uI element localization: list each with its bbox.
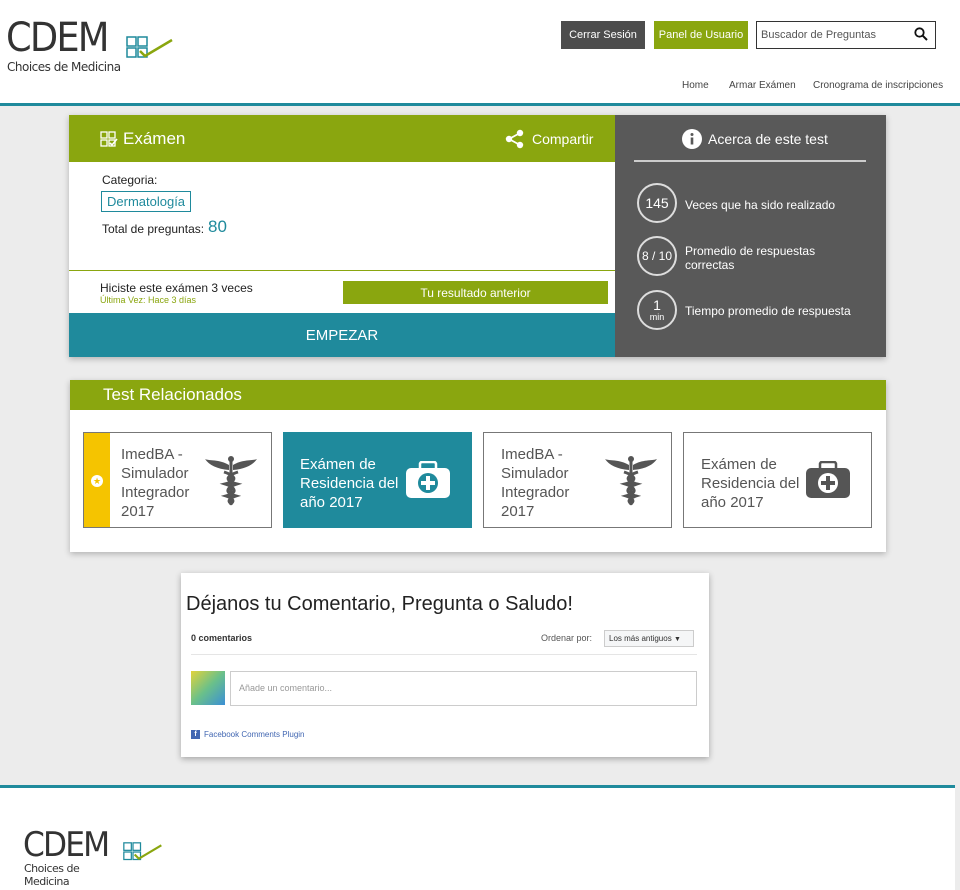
chevron-down-icon: ▼	[673, 636, 681, 643]
related-card-title: Exámen de Residencia del año 2017	[701, 456, 800, 511]
comments-title: Déjanos tu Comentario, Pregunta o Saludo…	[186, 593, 573, 615]
related-card[interactable]: ★ ImedBA - Simulador Integrador 2017	[83, 432, 272, 528]
featured-stripe: ★	[84, 433, 110, 527]
user-panel-button[interactable]: Panel de Usuario	[654, 21, 748, 49]
info-icon	[682, 129, 702, 149]
footer: CDEM Choices de Medicina	[0, 788, 955, 890]
avg-time-label: Tiempo promedio de respuesta	[685, 304, 851, 318]
related-card-title: Exámen de Residencia del año 2017	[300, 456, 399, 511]
share-button[interactable]: Compartir	[505, 129, 593, 149]
facebook-icon: f	[191, 730, 200, 739]
total-questions-value: 80	[208, 217, 227, 236]
caduceus-icon	[605, 456, 657, 506]
avg-correct-label: Promedio de respuestas correctas	[685, 244, 816, 272]
comment-count: 0 comentarios	[191, 633, 253, 643]
times-taken-label: Veces que ha sido realizado	[685, 198, 836, 212]
facebook-plugin-label: Facebook Comments Plugin	[204, 730, 305, 739]
category-tag[interactable]: Dermatología	[101, 191, 192, 212]
start-button[interactable]: EMPEZAR	[69, 313, 615, 357]
previous-result-button[interactable]: Tu resultado anterior	[343, 281, 608, 304]
times-taken-value: 145	[645, 195, 669, 211]
exam-title: Exámen	[123, 129, 186, 148]
related-title: Test Relacionados	[70, 380, 886, 410]
avg-correct-value: 8 / 10	[641, 249, 673, 263]
avg-time-value: 1	[653, 296, 661, 313]
logo-mark-icon	[123, 842, 162, 861]
medical-kit-icon	[406, 461, 450, 498]
search-input[interactable]	[757, 22, 907, 48]
share-icon	[505, 129, 524, 149]
logo-mark-icon	[126, 36, 173, 58]
comments-box: Déjanos tu Comentario, Pregunta o Saludo…	[181, 573, 709, 757]
avatar	[191, 671, 225, 705]
footer-logo-text: CDEM	[23, 825, 110, 865]
medical-kit-icon	[806, 461, 850, 498]
sort-select[interactable]: Los más antiguos ▼	[604, 630, 694, 647]
comments-divider	[191, 654, 697, 655]
logo[interactable]: CDEM Choices de Medicina	[6, 18, 176, 78]
header: CDEM Choices de Medicina Cerrar Sesión P…	[0, 0, 960, 106]
nav-build-exam[interactable]: Armar Exámen	[729, 80, 796, 91]
exam-checklist-icon	[100, 131, 118, 147]
sort-label: Ordenar por:	[541, 633, 593, 643]
search-box	[756, 21, 936, 49]
nav-schedule[interactable]: Cronograma de inscripciones	[813, 80, 943, 91]
related-card-title: ImedBA - Simulador Integrador 2017	[501, 446, 570, 520]
category-label: Categoria:	[102, 173, 158, 187]
exam-header: Exámen Compartir	[69, 115, 615, 162]
about-title-text: Acerca de este test	[708, 131, 828, 147]
last-attempt-text: Última Vez: Hace 3 días	[100, 295, 197, 305]
footer-logo-tagline: Choices de Medicina	[24, 862, 80, 888]
related-card[interactable]: Exámen de Residencia del año 2017	[283, 432, 472, 528]
nav-home[interactable]: Home	[682, 80, 709, 91]
related-tests: Test Relacionados ★ ImedBA - Simulador I…	[70, 380, 886, 552]
share-label: Compartir	[532, 131, 594, 147]
facebook-plugin-link[interactable]: f Facebook Comments Plugin	[191, 730, 305, 739]
logout-button[interactable]: Cerrar Sesión	[561, 21, 645, 49]
total-questions-label: Total de preguntas:	[102, 222, 205, 236]
footer-logo[interactable]: CDEM Choices de Medicina	[23, 825, 162, 888]
avg-time-badge: 1 min	[637, 290, 677, 330]
avg-correct-badge: 8 / 10	[637, 236, 677, 276]
avg-time-unit: min	[649, 311, 665, 322]
about-panel: Acerca de este test 145 Veces que ha sid…	[615, 115, 886, 357]
caduceus-icon	[205, 456, 257, 506]
logo-tagline: Choices de Medicina	[7, 60, 121, 74]
attempts-text: Hiciste este exámen 3 veces	[100, 281, 253, 295]
about-title: Acerca de este test	[682, 129, 828, 149]
search-icon[interactable]	[914, 27, 928, 41]
times-taken-badge: 145	[637, 183, 677, 223]
related-card[interactable]: ImedBA - Simulador Integrador 2017	[483, 432, 672, 528]
star-icon: ★	[91, 475, 103, 487]
exam-card: Exámen Compartir Categoria: Dermatología…	[69, 115, 886, 357]
related-card[interactable]: Exámen de Residencia del año 2017	[683, 432, 872, 528]
about-divider	[634, 160, 866, 162]
comment-input[interactable]: Añade un comentario...	[230, 671, 697, 706]
exam-divider	[69, 270, 615, 271]
sort-value: Los más antiguos	[609, 634, 672, 643]
